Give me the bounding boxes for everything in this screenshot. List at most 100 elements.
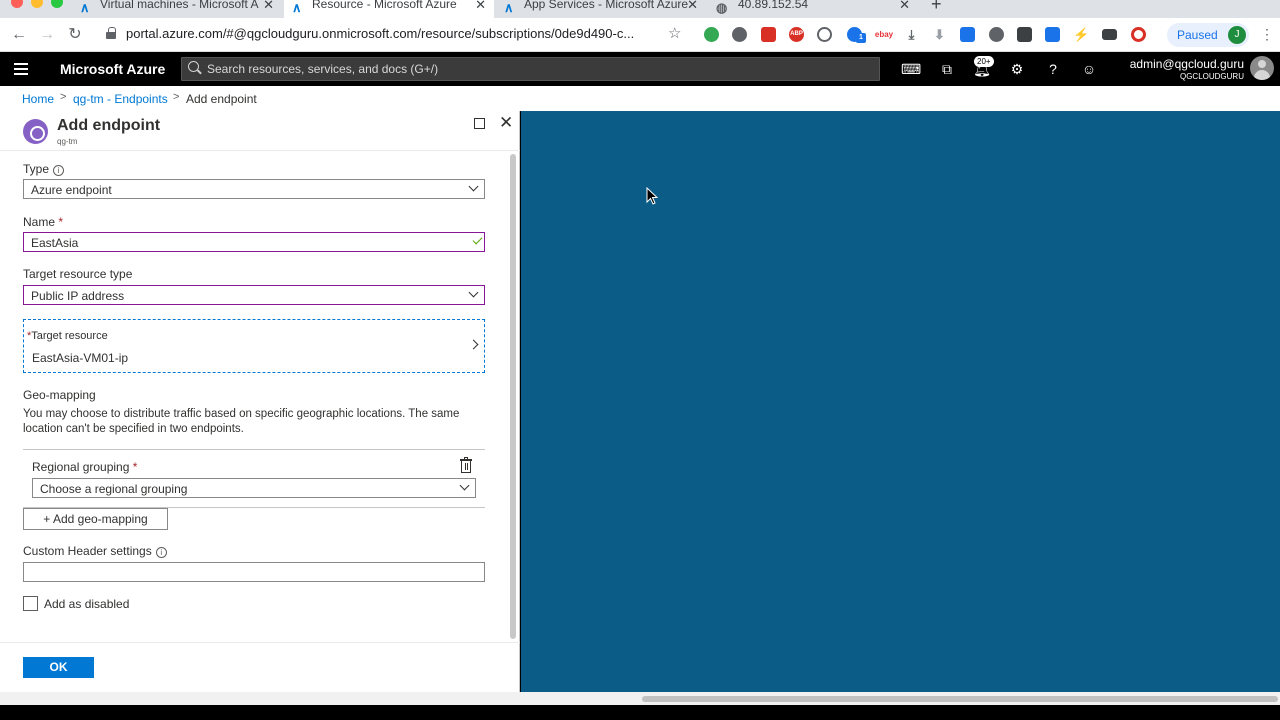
search-input[interactable]: [207, 60, 867, 78]
geo-mapping-title: Geo-mapping: [23, 388, 96, 402]
record-icon[interactable]: [1131, 27, 1146, 42]
azure-icon: ∧: [80, 0, 90, 15]
info-icon[interactable]: i: [155, 547, 167, 558]
extension-icon[interactable]: [989, 27, 1004, 42]
extension-icon[interactable]: [704, 27, 719, 42]
browser-tab-active[interactable]: ∧ Resource - Microsoft Azure ✕: [284, 0, 494, 18]
download-icon[interactable]: ⬇: [932, 27, 947, 42]
avatar: J: [1228, 26, 1246, 44]
divider: [0, 150, 520, 151]
breadcrumb-endpoints[interactable]: qg-tm - Endpoints: [73, 92, 168, 106]
close-icon[interactable]: ✕: [499, 113, 513, 133]
add-geo-mapping-button[interactable]: + Add geo-mapping: [23, 508, 168, 530]
name-input[interactable]: EastAsia: [23, 232, 485, 252]
chevron-down-icon: [468, 181, 479, 192]
forward-icon[interactable]: →: [36, 24, 58, 46]
close-tab-icon[interactable]: ✕: [475, 0, 486, 13]
custom-header-label: Custom Header settings i: [23, 544, 167, 558]
close-tab-icon[interactable]: ✕: [899, 0, 910, 13]
address-bar[interactable]: portal.azure.com/#@qgcloudguru.onmicroso…: [126, 26, 634, 41]
notification-count-badge: 20+: [974, 56, 994, 67]
traffic-manager-icon: [23, 119, 48, 144]
bottom-bar: [0, 705, 1280, 720]
zoom-window-button[interactable]: [51, 0, 63, 8]
target-resource-label: *Target resource: [27, 330, 108, 342]
target-resource-type-dropdown[interactable]: Public IP address: [23, 285, 485, 305]
extension-icon[interactable]: [1045, 27, 1060, 42]
geo-mapping-description: You may choose to distribute traffic bas…: [23, 408, 460, 435]
horizontal-scrollbar[interactable]: [0, 692, 1280, 705]
add-as-disabled-checkbox[interactable]: [23, 596, 38, 611]
extension-icon[interactable]: [1017, 27, 1032, 42]
extension-icon[interactable]: [1102, 29, 1117, 40]
azure-top-bar: Microsoft Azure ⌨ ⧉ 🔔︎ ⚙ ? ☺ admin@qgclo…: [0, 52, 1280, 86]
target-resource-type-label: Target resource type: [23, 267, 133, 281]
ok-button[interactable]: OK: [23, 657, 94, 678]
directory-filter-icon[interactable]: ⧉: [937, 59, 957, 79]
blade-scrollbar[interactable]: [510, 154, 516, 639]
breadcrumb-home[interactable]: Home: [22, 92, 54, 106]
extension-icon[interactable]: [817, 27, 832, 42]
back-icon[interactable]: ←: [8, 24, 30, 46]
chevron-right-icon: [468, 339, 479, 350]
settings-gear-icon[interactable]: ⚙: [1007, 59, 1027, 79]
close-tab-icon[interactable]: ✕: [687, 0, 698, 13]
azure-icon: ∧: [292, 0, 302, 15]
type-dropdown[interactable]: Azure endpoint: [23, 179, 485, 199]
scrollbar-thumb[interactable]: [642, 696, 1278, 702]
breadcrumb-separator: >: [60, 91, 67, 103]
browser-tab[interactable]: ◍ 40.89.152.54 ✕: [708, 0, 918, 18]
checkmark-icon: [472, 234, 483, 245]
new-tab-icon[interactable]: +: [931, 0, 942, 15]
globe-icon: ◍: [716, 0, 728, 15]
reload-icon[interactable]: ↻: [64, 24, 86, 46]
browser-toolbar: ← → ↻ portal.azure.com/#@qgcloudguru.onm…: [0, 18, 1280, 52]
divider: [0, 642, 520, 643]
chevron-down-icon: [468, 287, 479, 298]
browser-tab[interactable]: ∧ Virtual machines - Microsoft A ✕: [72, 0, 282, 18]
account-menu[interactable]: admin@qgcloud.guru QGCLOUDGURU: [1130, 57, 1244, 81]
custom-header-input[interactable]: [23, 562, 485, 582]
hamburger-menu-icon[interactable]: [14, 63, 28, 75]
feedback-smiley-icon[interactable]: ☺: [1079, 59, 1099, 79]
add-endpoint-blade: Add endpoint qg-tm ✕ Type i Azure endpoin…: [0, 111, 520, 692]
page-subtitle: qg-tm: [57, 137, 78, 146]
profile-button[interactable]: Paused J: [1167, 23, 1249, 47]
profile-status: Paused: [1177, 28, 1218, 42]
add-as-disabled-label[interactable]: Add as disabled: [44, 597, 129, 611]
maximize-icon[interactable]: [474, 118, 485, 129]
adblock-icon[interactable]: ABP: [789, 27, 804, 42]
close-window-button[interactable]: [11, 0, 23, 8]
bolt-icon[interactable]: ⚡: [1073, 27, 1089, 42]
browser-tab[interactable]: ∧ App Services - Microsoft Azure ✕: [496, 0, 706, 18]
cloud-shell-icon[interactable]: ⌨: [901, 59, 921, 79]
divider: [23, 449, 485, 450]
help-icon[interactable]: ?: [1043, 59, 1063, 79]
name-label: Name *: [23, 215, 64, 229]
browser-tab-strip: ∧ Virtual machines - Microsoft A ✕ ∧ Res…: [0, 0, 1280, 18]
azure-icon: ∧: [504, 0, 514, 15]
user-avatar[interactable]: [1250, 56, 1274, 80]
breadcrumb: Home > qg-tm - Endpoints > Add endpoint: [0, 86, 1280, 111]
page-title: Add endpoint: [57, 117, 161, 134]
user-email: admin@qgcloud.guru: [1129, 57, 1244, 71]
ebay-icon[interactable]: ebay: [874, 27, 894, 42]
more-icon[interactable]: ⋮: [1260, 26, 1274, 43]
gmail-icon[interactable]: [761, 27, 776, 42]
close-tab-icon[interactable]: ✕: [263, 0, 274, 13]
grid-icon[interactable]: [960, 27, 975, 42]
global-search[interactable]: [181, 57, 880, 81]
regional-grouping-dropdown[interactable]: Choose a regional grouping: [32, 478, 476, 498]
bookmark-star-icon[interactable]: ☆: [668, 24, 681, 42]
mouse-cursor-icon: [646, 187, 658, 205]
download-icon[interactable]: ⤓: [904, 27, 919, 42]
extension-badge: 1: [856, 33, 866, 43]
lock-icon: [106, 27, 116, 39]
breadcrumb-current: Add endpoint: [186, 92, 257, 106]
info-icon[interactable]: i: [53, 165, 65, 176]
azure-brand[interactable]: Microsoft Azure: [60, 61, 165, 77]
trash-icon[interactable]: [460, 457, 472, 473]
target-resource-picker[interactable]: *Target resource EastAsia-VM01-ip: [23, 319, 485, 373]
extension-icon[interactable]: [732, 27, 747, 42]
minimize-window-button[interactable]: [31, 0, 43, 8]
